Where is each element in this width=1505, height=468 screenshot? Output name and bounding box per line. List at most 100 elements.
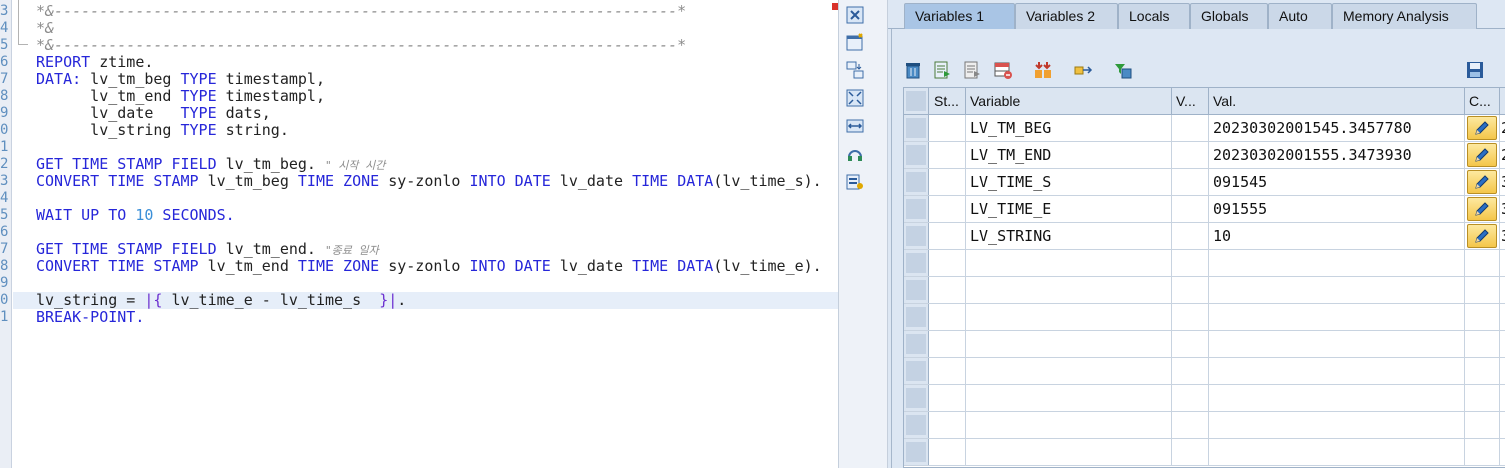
transfer-icon[interactable] xyxy=(1072,59,1094,81)
value-cell[interactable] xyxy=(1209,358,1465,384)
variable-cell[interactable] xyxy=(966,277,1172,303)
export-icon[interactable] xyxy=(932,59,954,81)
variable-cell[interactable]: LV_TM_END xyxy=(966,142,1172,168)
v-cell xyxy=(1172,277,1209,303)
table-row[interactable]: LV_TIME_S 091545 3 xyxy=(904,169,1505,196)
value-cell[interactable]: 20230302001555.3473930 xyxy=(1209,142,1465,168)
close-icon[interactable] xyxy=(844,5,866,25)
table-row[interactable] xyxy=(904,412,1505,439)
row-selector[interactable] xyxy=(904,169,929,195)
h-cell: 3 xyxy=(1500,169,1505,195)
row-selector[interactable] xyxy=(904,412,929,438)
row-selector[interactable] xyxy=(904,250,929,276)
settings-icon[interactable] xyxy=(844,172,866,192)
table-row[interactable]: LV_TIME_E 091555 3 xyxy=(904,196,1505,223)
h-cell xyxy=(1500,385,1505,411)
fold-bracket[interactable] xyxy=(18,0,28,45)
value-cell[interactable]: 10 xyxy=(1209,223,1465,249)
v-cell xyxy=(1172,196,1209,222)
variable-cell[interactable]: LV_TM_BEG xyxy=(966,115,1172,141)
column-header-h[interactable]: H xyxy=(1500,88,1505,114)
h-cell: 3 xyxy=(1500,196,1505,222)
edit-pencil-icon[interactable] xyxy=(1467,170,1497,194)
tab-variables-1[interactable]: Variables 1 xyxy=(904,3,1015,29)
new-icon[interactable] xyxy=(844,32,866,52)
variable-cell[interactable] xyxy=(966,250,1172,276)
value-cell[interactable] xyxy=(1209,250,1465,276)
variable-cell[interactable] xyxy=(966,412,1172,438)
table-row[interactable] xyxy=(904,304,1505,331)
variable-cell[interactable] xyxy=(966,304,1172,330)
table-row[interactable]: LV_TM_BEG 20230302001545.3457780 2 xyxy=(904,115,1505,142)
tab-memory-analysis[interactable]: Memory Analysis xyxy=(1332,3,1477,29)
row-selector[interactable] xyxy=(904,331,929,357)
value-cell[interactable] xyxy=(1209,277,1465,303)
edit-pencil-icon[interactable] xyxy=(1467,197,1497,221)
table-row[interactable] xyxy=(904,385,1505,412)
tab-locals[interactable]: Locals xyxy=(1118,3,1190,29)
row-selector[interactable] xyxy=(904,115,929,141)
value-cell[interactable]: 091545 xyxy=(1209,169,1465,195)
value-cell[interactable]: 091555 xyxy=(1209,196,1465,222)
table-row[interactable] xyxy=(904,358,1505,385)
swap-icon[interactable] xyxy=(844,60,866,80)
value-cell[interactable] xyxy=(1209,331,1465,357)
line-number: 8 xyxy=(0,258,9,274)
row-selector[interactable] xyxy=(904,439,929,465)
change-cell xyxy=(1465,331,1500,357)
variable-cell[interactable] xyxy=(966,439,1172,465)
table-remove-icon[interactable] xyxy=(992,59,1014,81)
row-selector[interactable] xyxy=(904,196,929,222)
column-header-status[interactable]: St... xyxy=(930,88,966,114)
variable-cell[interactable] xyxy=(966,358,1172,384)
tab-auto[interactable]: Auto xyxy=(1268,3,1332,29)
variable-cell[interactable] xyxy=(966,331,1172,357)
h-cell xyxy=(1500,277,1505,303)
table-row[interactable] xyxy=(904,250,1505,277)
table-row[interactable]: LV_TM_END 20230302001555.3473930 2 xyxy=(904,142,1505,169)
code-editor[interactable]: 3 4 5 6 7 8 9 0 1 2 3 4 5 6 7 8 9 0 1 *&… xyxy=(0,0,838,468)
table-row[interactable] xyxy=(904,331,1505,358)
row-selector[interactable] xyxy=(904,223,929,249)
row-selector[interactable] xyxy=(904,385,929,411)
row-selector[interactable] xyxy=(904,277,929,303)
edit-pencil-icon[interactable] xyxy=(1467,116,1497,140)
status-cell xyxy=(930,169,966,195)
row-selector[interactable] xyxy=(904,304,929,330)
value-cell[interactable] xyxy=(1209,385,1465,411)
headset-icon[interactable] xyxy=(844,144,866,164)
column-header-value[interactable]: Val. xyxy=(1209,88,1465,114)
edit-pencil-icon[interactable] xyxy=(1467,224,1497,248)
line-number: 1 xyxy=(0,309,9,325)
column-header-variable[interactable]: Variable xyxy=(966,88,1172,114)
row-selector[interactable] xyxy=(904,142,929,168)
table-row[interactable]: LV_STRING 10 3 xyxy=(904,223,1505,250)
value-cell[interactable] xyxy=(1209,412,1465,438)
edit-pencil-icon[interactable] xyxy=(1467,143,1497,167)
variable-cell[interactable]: LV_TIME_S xyxy=(966,169,1172,195)
line-number: 3 xyxy=(0,3,9,19)
tab-variables-2[interactable]: Variables 2 xyxy=(1015,3,1118,29)
variable-cell[interactable] xyxy=(966,385,1172,411)
value-cell[interactable] xyxy=(1209,304,1465,330)
tab-globals[interactable]: Globals xyxy=(1190,3,1268,29)
column-header-v[interactable]: V... xyxy=(1172,88,1209,114)
row-selector[interactable] xyxy=(904,358,929,384)
table-row[interactable] xyxy=(904,277,1505,304)
filter-icon[interactable] xyxy=(1112,59,1134,81)
h-cell xyxy=(1500,412,1505,438)
value-cell[interactable]: 20230302001545.3457780 xyxy=(1209,115,1465,141)
value-cell[interactable] xyxy=(1209,439,1465,465)
line-number: 4 xyxy=(0,20,9,36)
variable-cell[interactable]: LV_STRING xyxy=(966,223,1172,249)
variable-cell[interactable]: LV_TIME_E xyxy=(966,196,1172,222)
save-icon[interactable] xyxy=(1464,59,1486,81)
table-row[interactable] xyxy=(904,439,1505,466)
column-header-change[interactable]: C... xyxy=(1465,88,1500,114)
split-icon[interactable] xyxy=(1032,59,1054,81)
import-icon[interactable] xyxy=(962,59,984,81)
width-icon[interactable] xyxy=(844,116,866,136)
select-all-cell[interactable] xyxy=(904,88,929,114)
fullscreen-icon[interactable] xyxy=(844,88,866,108)
delete-icon[interactable] xyxy=(902,59,924,81)
